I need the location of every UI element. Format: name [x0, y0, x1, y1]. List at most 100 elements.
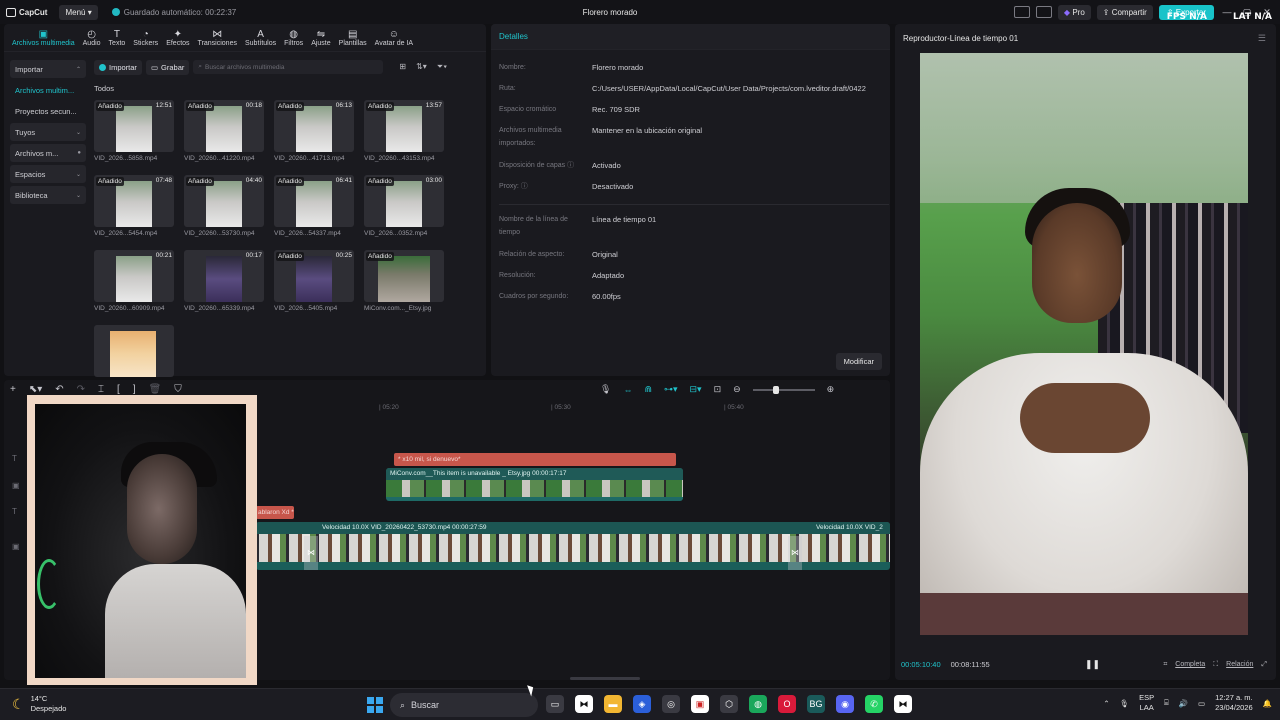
video-preview[interactable] — [920, 53, 1248, 635]
app-icon[interactable]: ◈ — [633, 695, 651, 713]
microphone-icon[interactable]: 🎙 — [600, 384, 611, 395]
text-clip[interactable]: * x10 mil, si denuevo* — [394, 453, 676, 466]
battery-icon[interactable]: ▭ — [1198, 699, 1205, 708]
full-quality-button[interactable]: Completa — [1175, 661, 1205, 668]
volume-icon[interactable]: 🔊 — [1179, 699, 1188, 708]
media-item[interactable]: Añadido 04:40 VID_20260...53730.mp4 — [184, 175, 264, 237]
snapshot-icon[interactable]: ⛶ — [1213, 661, 1218, 669]
aspect-ratio-button[interactable]: Relación — [1226, 661, 1253, 668]
text-clip[interactable]: ablaron Xd * — [256, 506, 294, 519]
tool-templates[interactable]: ▤ Plantillas — [335, 24, 371, 51]
share-button[interactable]: ⇪ Compartir — [1096, 4, 1153, 20]
media-item[interactable]: Añadido 13:57 VID_20260...43153.mp4 — [364, 100, 444, 162]
microphone-icon[interactable]: 🎙 — [1120, 699, 1130, 708]
opera-icon[interactable]: O — [778, 695, 796, 713]
sort-icon[interactable]: ⇅▾ — [416, 62, 427, 72]
discord-icon[interactable]: ◉ — [836, 695, 854, 713]
sidebar-item-library[interactable]: Biblioteca ⌄ — [10, 186, 86, 204]
media-item[interactable]: Añadido 06:13 VID_20260...41713.mp4 — [274, 100, 354, 162]
zoom-in-icon[interactable]: ⊕ — [827, 384, 835, 395]
modify-button[interactable]: Modificar — [835, 353, 882, 370]
taskbar-search[interactable]: ⌕ Buscar — [390, 693, 538, 717]
language-indicator[interactable]: ESP LAA — [1139, 693, 1154, 713]
start-button[interactable] — [367, 697, 383, 713]
tool-audio[interactable]: ◴ Audio — [79, 24, 105, 51]
media-item[interactable]: 00:17 VID_20260...65339.mp4 — [184, 250, 264, 312]
task-view-icon[interactable]: ▭ — [546, 695, 564, 713]
weather-widget[interactable]: ☾ 14°C Despejado — [12, 694, 66, 714]
trim-left-icon[interactable]: [ — [117, 384, 120, 395]
tool-captions[interactable]: A Subtítulos — [241, 24, 280, 51]
crop-icon[interactable]: ⌗ — [1163, 661, 1167, 669]
import-button[interactable]: Importar — [94, 59, 142, 75]
network-icon[interactable]: ⌸ — [1164, 698, 1169, 708]
media-item[interactable]: Añadido 00:18 VID_20260...41220.mp4 — [184, 100, 264, 162]
zoom-out-icon[interactable]: ⊖ — [733, 384, 741, 395]
sidebar-item-import[interactable]: Importar ⌃ — [10, 60, 86, 78]
sidebar-item-spaces[interactable]: Espacios ⌄ — [10, 165, 86, 183]
undo-icon[interactable]: ↶ — [55, 384, 63, 395]
media-item[interactable] — [94, 325, 174, 377]
media-item[interactable]: Añadido 12:51 VID_2026...5858.mp4 — [94, 100, 174, 162]
media-search-input[interactable]: ⌕ Buscar archivos multimedia — [193, 60, 384, 74]
sidebar-item-subprojects[interactable]: Proyectos secun... — [10, 102, 86, 120]
menu-icon[interactable]: ☰ — [1258, 33, 1266, 44]
app-icon[interactable]: ⬡ — [720, 695, 738, 713]
tool-text[interactable]: T Texto — [105, 24, 130, 51]
fullscreen-icon[interactable]: ⤢ — [1261, 661, 1267, 669]
pause-icon[interactable]: ❚❚ — [1085, 659, 1100, 670]
timeline-scrollbar[interactable] — [570, 677, 640, 680]
sidebar-item-media[interactable]: Archivos multim... — [10, 81, 86, 99]
record-button[interactable]: ▭ Grabar — [145, 59, 190, 75]
tool-adjust[interactable]: ⇋ Ajuste — [307, 24, 334, 51]
marker-icon[interactable]: ⛉ — [174, 384, 182, 395]
caption-tool-icon[interactable]: ⊡ — [714, 384, 722, 395]
redo-icon[interactable]: ↷ — [77, 384, 85, 395]
tool-ai-avatar[interactable]: ☺ Avatar de IA — [371, 24, 417, 51]
capcut-app-icon[interactable]: ⧓ — [575, 695, 593, 713]
media-item[interactable]: Añadido 00:25 VID_2026...5405.mp4 — [274, 250, 354, 312]
file-explorer-icon[interactable]: ▬ — [604, 695, 622, 713]
app-icon[interactable]: BG — [807, 695, 825, 713]
app-icon[interactable]: ◍ — [749, 695, 767, 713]
link-main-track-icon[interactable]: ⇔ — [623, 385, 632, 395]
tool-transitions[interactable]: ⋈ Transiciones — [194, 24, 241, 51]
sidebar-item-yours[interactable]: Tuyos ⌄ — [10, 123, 86, 141]
notification-icon[interactable]: 🔔 — [1263, 699, 1272, 708]
menu-button[interactable]: Menú ▾ — [59, 4, 98, 20]
filter-icon[interactable]: ⏷▾ — [437, 62, 447, 72]
whatsapp-icon[interactable]: ✆ — [865, 695, 883, 713]
app-icon[interactable]: ▣ — [691, 695, 709, 713]
split-icon[interactable]: ⌶ — [98, 384, 104, 395]
pro-button[interactable]: ◆ Pro — [1057, 4, 1091, 20]
add-icon[interactable]: + — [10, 384, 16, 395]
zoom-knob[interactable] — [772, 385, 779, 394]
media-item[interactable]: 00:21 VID_20260...60909.mp4 — [94, 250, 174, 312]
media-item[interactable]: Añadido 07:48 VID_2026...5454.mp4 — [94, 175, 174, 237]
zoom-slider[interactable] — [752, 385, 815, 394]
grid-view-icon[interactable]: ⊞ — [399, 62, 406, 72]
media-item[interactable]: Añadido 06:41 VID_2026...54337.mp4 — [274, 175, 354, 237]
preview-axis-icon[interactable]: ⊟▾ — [690, 384, 702, 395]
delete-icon[interactable]: 🗑 — [149, 384, 162, 395]
image-clip[interactable]: MiConv.com__This item is unavailable _ E… — [386, 468, 683, 501]
tool-stickers[interactable]: ◔ Stickers — [129, 24, 162, 51]
layout-icon[interactable] — [1013, 6, 1030, 18]
shortcuts-icon[interactable] — [1035, 6, 1052, 18]
clock[interactable]: 12:27 a. m. 23/04/2026 — [1215, 693, 1253, 713]
select-icon[interactable]: ⬉▾ — [29, 384, 42, 395]
tool-effects[interactable]: ✦ Efectos — [162, 24, 193, 51]
trim-right-icon[interactable]: ] — [133, 384, 136, 395]
tool-media[interactable]: ▣ Archivos multimedia — [8, 24, 79, 51]
capcut-app-icon[interactable]: ⧓ — [894, 695, 912, 713]
chrome-icon[interactable]: ◎ — [662, 695, 680, 713]
link-icon[interactable]: ⊶▾ — [664, 384, 678, 395]
tray-overflow-icon[interactable]: ⌃ — [1103, 699, 1109, 708]
sidebar-item-files[interactable]: Archivos m... ● — [10, 144, 86, 162]
tool-filters[interactable]: ◍ Filtros — [280, 24, 307, 51]
main-video-clip[interactable]: Velocidad 10.0X VID_20260422_53730.mp4 0… — [256, 522, 890, 570]
magnet-icon[interactable]: ⋒ — [644, 384, 652, 395]
media-item[interactable]: Añadido 03:00 VID_2026...0352.mp4 — [364, 175, 444, 237]
media-item[interactable]: Añadido MiConv.com..._Etsy.jpg — [364, 250, 444, 312]
transition-icon[interactable]: ⋈ — [788, 536, 802, 570]
